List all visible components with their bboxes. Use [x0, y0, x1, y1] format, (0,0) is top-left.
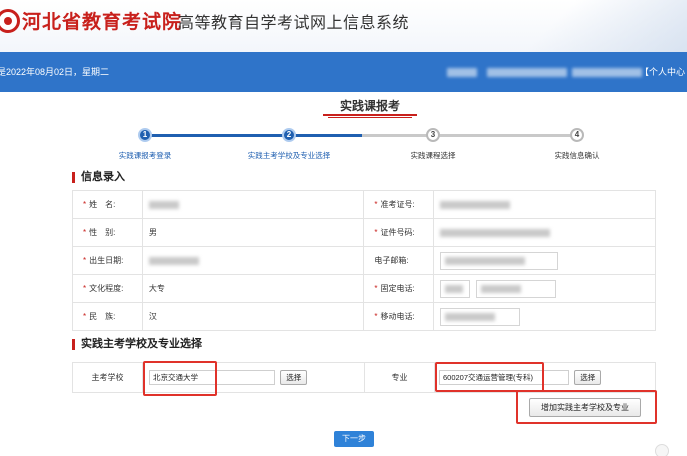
area-code-field[interactable]	[440, 279, 471, 298]
date-text: 是2022年08月02日，星期二	[0, 67, 110, 77]
redacted-name	[148, 200, 179, 209]
system-name: 高等教育自学考试网上信息系统	[178, 15, 410, 32]
step-1-label: 实践课报考登录	[118, 151, 172, 160]
ethnic-label: * 民 族:	[72, 302, 143, 331]
redacted-user-info	[487, 68, 567, 77]
email-field[interactable]	[440, 251, 559, 270]
email-label: 电子邮箱:	[363, 246, 435, 275]
name-label: * 姓 名:	[72, 190, 143, 219]
id-label: * 证件号码:	[363, 218, 435, 247]
gender-value: 男	[141, 218, 365, 247]
step-4-label: 实践信息确认	[554, 151, 600, 160]
step-connector-done	[290, 134, 362, 137]
phone-label-text: 固定电话:	[380, 284, 415, 293]
scroll-top-icon[interactable]	[655, 444, 669, 456]
top-bar: 是2022年08月02日，星期二 【个人中心	[0, 52, 687, 92]
name-label-text: 姓 名:	[89, 200, 116, 209]
mobile-label-text: 移动电话:	[380, 312, 415, 321]
ethnic-label-text: 民 族:	[89, 312, 116, 321]
redacted-birth	[148, 256, 199, 265]
email-label-text: 电子邮箱:	[374, 256, 409, 265]
page-header: 河北省教育考试院 高等教育自学考试网上信息系统	[0, 0, 687, 52]
step-3-label: 实践课程选择	[410, 151, 456, 160]
title-underline	[323, 114, 417, 116]
step-3-indicator: 3	[426, 128, 440, 142]
select-major-button[interactable]: 选择	[574, 370, 602, 385]
table-row: * 出生日期: 电子邮箱:	[72, 246, 656, 275]
step-4-indicator: 4	[570, 128, 584, 142]
logo-icon	[0, 9, 20, 33]
edu-value: 大专	[141, 274, 365, 303]
title-underline	[328, 117, 412, 118]
select-school-button[interactable]: 选择	[280, 370, 308, 385]
required-mark: *	[374, 228, 378, 237]
exam-no-label-text: 准考证号:	[380, 200, 415, 209]
birth-label: * 出生日期:	[72, 246, 143, 275]
add-school-major-button[interactable]: 增加实践主考学校及专业	[529, 398, 641, 417]
gender-label-text: 性 别:	[89, 228, 116, 237]
table-row: * 姓 名: * 准考证号:	[72, 190, 656, 219]
edu-label-text: 文化程度:	[89, 284, 124, 293]
required-mark: *	[374, 312, 378, 321]
personal-center-link[interactable]: 【个人中心	[640, 65, 685, 78]
birth-label-text: 出生日期:	[89, 256, 124, 265]
step-connector-done	[151, 134, 290, 137]
next-step-button[interactable]: 下一步	[334, 431, 374, 447]
exam-no-label: * 准考证号:	[363, 190, 435, 219]
redacted-user-info	[447, 68, 477, 77]
redacted-exam-no	[440, 200, 511, 209]
mobile-label: * 移动电话:	[363, 302, 435, 331]
required-mark: *	[83, 284, 87, 293]
id-label-text: 证件号码:	[380, 228, 415, 237]
required-mark: *	[374, 200, 378, 209]
table-row: * 文化程度: 大专 * 固定电话:	[72, 274, 656, 303]
table-row: * 民 族: 汉 * 移动电话:	[72, 302, 656, 331]
phone-label: * 固定电话:	[363, 274, 435, 303]
page-title: 实践课报考	[339, 99, 400, 113]
id-value	[433, 218, 656, 247]
birth-value	[141, 246, 365, 275]
step-1-indicator: 1	[138, 128, 152, 142]
info-section-heading: 信息录入	[72, 172, 125, 183]
step-connector-todo	[362, 134, 578, 137]
redacted-user-info	[572, 68, 642, 77]
redacted-email	[445, 256, 526, 265]
info-table: * 姓 名: * 准考证号: * 性 别: 男 * 证件号码: * 出生日期: 电子邮箱:…	[72, 190, 656, 331]
header-decoration	[467, 0, 687, 52]
required-mark: *	[374, 284, 378, 293]
required-mark: *	[83, 200, 87, 209]
name-value	[141, 190, 365, 219]
redacted-id	[440, 228, 551, 237]
required-mark: *	[83, 256, 87, 265]
school-label: 主考学校	[72, 362, 143, 393]
redacted-phone	[480, 284, 521, 293]
exam-no-value	[433, 190, 656, 219]
email-cell	[433, 246, 656, 275]
major-label: 专业	[364, 362, 435, 393]
step-2-indicator: 2	[282, 128, 296, 142]
org-name: 河北省教育考试院	[22, 12, 183, 33]
redacted-area-code	[445, 284, 464, 293]
highlight-school	[143, 361, 217, 396]
mobile-cell	[433, 302, 656, 331]
highlight-major	[435, 362, 544, 392]
required-mark: *	[83, 312, 87, 321]
ethnic-value: 汉	[141, 302, 365, 331]
mobile-field[interactable]	[440, 307, 521, 326]
gender-label: * 性 别:	[72, 218, 143, 247]
redacted-mobile	[445, 312, 496, 321]
step-2-label: 实践主考学校及专业选择	[247, 151, 331, 160]
table-row: * 性 别: 男 * 证件号码:	[72, 218, 656, 247]
phone-field[interactable]	[475, 279, 556, 298]
phone-cell	[433, 274, 656, 303]
school-section-heading: 实践主考学校及专业选择	[72, 339, 202, 350]
edu-label: * 文化程度:	[72, 274, 143, 303]
required-mark: *	[83, 228, 87, 237]
